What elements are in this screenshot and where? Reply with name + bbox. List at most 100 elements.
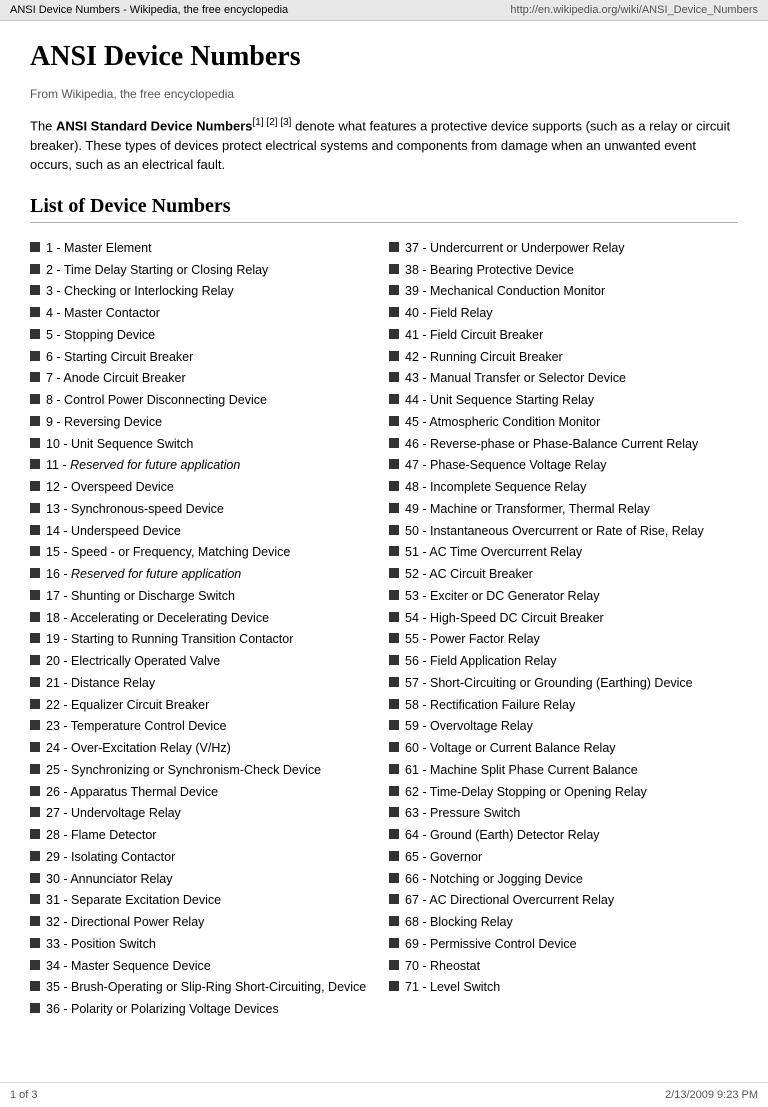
bullet-icon [30, 372, 40, 382]
bullet-icon [30, 590, 40, 600]
list-item: 71 - Level Switch [389, 978, 738, 997]
item-text: 11 - Reserved for future application [46, 456, 379, 475]
page-title: ANSI Device Numbers [30, 41, 738, 73]
bullet-icon [389, 916, 399, 926]
bullet-icon [389, 938, 399, 948]
list-item: 42 - Running Circuit Breaker [389, 348, 738, 367]
bullet-icon [389, 503, 399, 513]
list-item: 20 - Electrically Operated Valve [30, 652, 379, 671]
item-text: 16 - Reserved for future application [46, 565, 379, 584]
bullet-icon [389, 264, 399, 274]
item-text: 4 - Master Contactor [46, 304, 379, 323]
list-item: 9 - Reversing Device [30, 413, 379, 432]
bullet-icon [389, 372, 399, 382]
bullet-icon [389, 307, 399, 317]
bullet-icon [30, 655, 40, 665]
list-item: 50 - Instantaneous Overcurrent or Rate o… [389, 522, 738, 541]
bullet-icon [30, 612, 40, 622]
bullet-icon [30, 438, 40, 448]
item-text: 38 - Bearing Protective Device [405, 261, 738, 280]
list-item: 19 - Starting to Running Transition Cont… [30, 630, 379, 649]
item-text: 48 - Incomplete Sequence Relay [405, 478, 738, 497]
bullet-icon [30, 851, 40, 861]
item-text: 52 - AC Circuit Breaker [405, 565, 738, 584]
list-item: 40 - Field Relay [389, 304, 738, 323]
list-item: 27 - Undervoltage Relay [30, 804, 379, 823]
list-item: 7 - Anode Circuit Breaker [30, 369, 379, 388]
item-text: 39 - Mechanical Conduction Monitor [405, 282, 738, 301]
item-text: 30 - Annunciator Relay [46, 870, 379, 889]
bullet-icon [30, 720, 40, 730]
bullet-icon [389, 655, 399, 665]
bullet-icon [389, 894, 399, 904]
list-item: 61 - Machine Split Phase Current Balance [389, 761, 738, 780]
list-item: 41 - Field Circuit Breaker [389, 326, 738, 345]
item-text: 42 - Running Circuit Breaker [405, 348, 738, 367]
list-item: 15 - Speed - or Frequency, Matching Devi… [30, 543, 379, 562]
list-item: 38 - Bearing Protective Device [389, 261, 738, 280]
list-item: 30 - Annunciator Relay [30, 870, 379, 889]
list-item: 5 - Stopping Device [30, 326, 379, 345]
list-item: 21 - Distance Relay [30, 674, 379, 693]
list-item: 1 - Master Element [30, 239, 379, 258]
list-item: 37 - Undercurrent or Underpower Relay [389, 239, 738, 258]
list-item: 39 - Mechanical Conduction Monitor [389, 282, 738, 301]
bullet-icon [389, 873, 399, 883]
bullet-icon [30, 459, 40, 469]
list-item: 49 - Machine or Transformer, Thermal Rel… [389, 500, 738, 519]
bullet-icon [389, 981, 399, 991]
item-text: 57 - Short-Circuiting or Grounding (Eart… [405, 674, 738, 693]
item-text: 40 - Field Relay [405, 304, 738, 323]
bullet-icon [389, 807, 399, 817]
bullet-icon [30, 416, 40, 426]
list-item: 3 - Checking or Interlocking Relay [30, 282, 379, 301]
list-item: 59 - Overvoltage Relay [389, 717, 738, 736]
bullet-icon [30, 1003, 40, 1013]
item-text: 27 - Undervoltage Relay [46, 804, 379, 823]
bullet-icon [30, 938, 40, 948]
section-title: List of Device Numbers [30, 195, 738, 223]
bullet-icon [30, 242, 40, 252]
bullet-icon [389, 242, 399, 252]
bullet-icon [30, 960, 40, 970]
list-item: 14 - Underspeed Device [30, 522, 379, 541]
intro-paragraph: The ANSI Standard Device Numbers[1] [2] … [30, 115, 738, 175]
item-text: 8 - Control Power Disconnecting Device [46, 391, 379, 410]
left-column: 1 - Master Element 2 - Time Delay Startin… [30, 239, 379, 1022]
item-text: 71 - Level Switch [405, 978, 738, 997]
bullet-icon [30, 546, 40, 556]
list-item: 35 - Brush-Operating or Slip-Ring Short-… [30, 978, 379, 997]
list-item: 62 - Time-Delay Stopping or Opening Rela… [389, 783, 738, 802]
bullet-icon [389, 394, 399, 404]
list-item: 6 - Starting Circuit Breaker [30, 348, 379, 367]
bullet-icon [30, 699, 40, 709]
bullet-icon [30, 307, 40, 317]
item-text: 66 - Notching or Jogging Device [405, 870, 738, 889]
bullet-icon [30, 351, 40, 361]
bullet-icon [389, 720, 399, 730]
list-item: 57 - Short-Circuiting or Grounding (Eart… [389, 674, 738, 693]
url-bar: http://en.wikipedia.org/wiki/ANSI_Device… [510, 4, 758, 16]
item-text: 35 - Brush-Operating or Slip-Ring Short-… [46, 978, 379, 997]
list-item: 66 - Notching or Jogging Device [389, 870, 738, 889]
item-text: 6 - Starting Circuit Breaker [46, 348, 379, 367]
item-text: 56 - Field Application Relay [405, 652, 738, 671]
bullet-icon [30, 829, 40, 839]
list-item: 23 - Temperature Control Device [30, 717, 379, 736]
bullet-icon [389, 481, 399, 491]
item-text: 14 - Underspeed Device [46, 522, 379, 541]
item-text: 12 - Overspeed Device [46, 478, 379, 497]
item-text: 15 - Speed - or Frequency, Matching Devi… [46, 543, 379, 562]
list-item: 36 - Polarity or Polarizing Voltage Devi… [30, 1000, 379, 1019]
item-text: 7 - Anode Circuit Breaker [46, 369, 379, 388]
list-item: 63 - Pressure Switch [389, 804, 738, 823]
item-text: 2 - Time Delay Starting or Closing Relay [46, 261, 379, 280]
bullet-icon [389, 329, 399, 339]
item-text: 36 - Polarity or Polarizing Voltage Devi… [46, 1000, 379, 1019]
list-item: 64 - Ground (Earth) Detector Relay [389, 826, 738, 845]
bullet-icon [30, 394, 40, 404]
item-text: 1 - Master Element [46, 239, 379, 258]
item-text: 61 - Machine Split Phase Current Balance [405, 761, 738, 780]
item-text: 32 - Directional Power Relay [46, 913, 379, 932]
bullet-icon [30, 894, 40, 904]
